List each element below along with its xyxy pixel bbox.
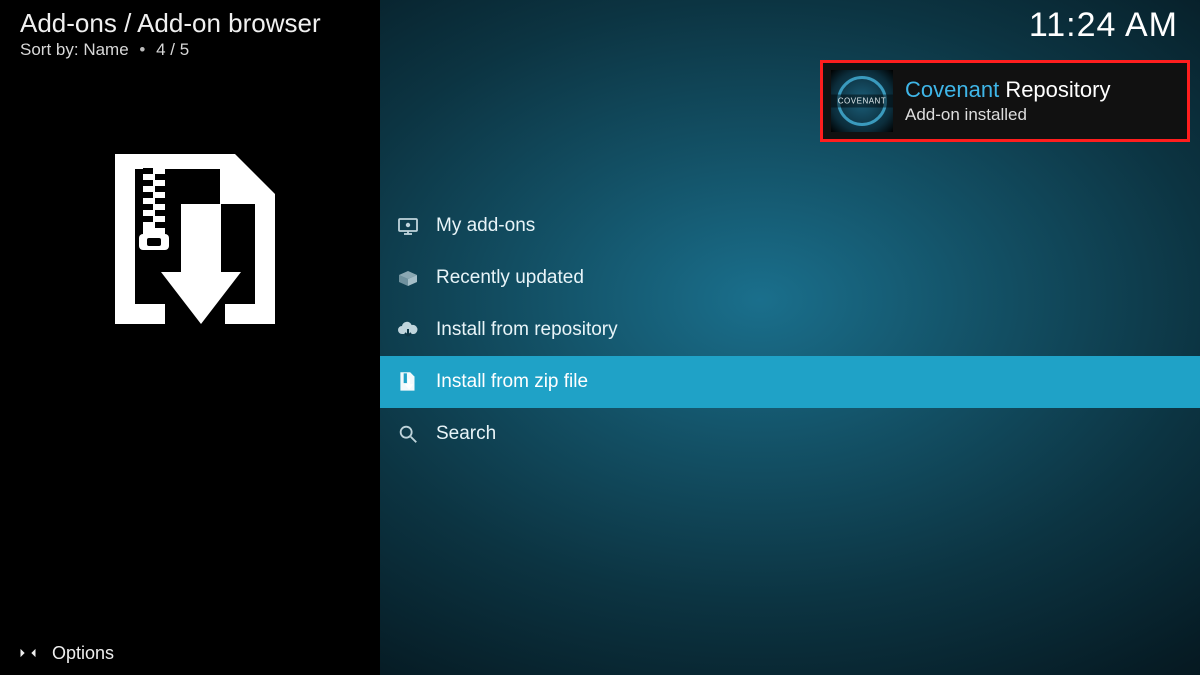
- cloud-down-icon: [394, 316, 422, 344]
- clock: 11:24 AM: [1029, 6, 1178, 45]
- toast-title: Covenant Repository: [905, 77, 1110, 103]
- options-button[interactable]: Options: [0, 631, 380, 675]
- menu-item-install-from-repository[interactable]: Install from repository: [380, 304, 1200, 356]
- sidebar-panel: Add-ons / Add-on browser Sort by: Name •…: [0, 0, 380, 675]
- toast-text: Covenant Repository Add-on installed: [905, 77, 1110, 125]
- zip-down-icon: [394, 368, 422, 396]
- box-open-icon: [394, 264, 422, 292]
- zip-file-download-icon: [105, 144, 285, 339]
- menu-item-label: Install from repository: [436, 319, 618, 341]
- monitor-icon: [394, 212, 422, 240]
- separator-dot: •: [133, 40, 151, 59]
- menu-item-label: Install from zip file: [436, 371, 588, 393]
- menu-item-my-addons[interactable]: My add-ons: [380, 200, 1200, 252]
- toast-title-rest: Repository: [1005, 77, 1110, 102]
- menu-item-search[interactable]: Search: [380, 408, 1200, 460]
- menu-item-label: Recently updated: [436, 267, 584, 289]
- menu-item-label: My add-ons: [436, 215, 535, 237]
- menu-item-recently-updated[interactable]: Recently updated: [380, 252, 1200, 304]
- menu-item-label: Search: [436, 423, 496, 445]
- addon-menu: My add-ons Recently updated Install from…: [380, 200, 1200, 460]
- toast-title-accent: Covenant: [905, 77, 999, 102]
- notification-toast[interactable]: COVENANT Covenant Repository Add-on inst…: [820, 60, 1190, 142]
- menu-item-install-from-zip-file[interactable]: Install from zip file: [380, 356, 1200, 408]
- breadcrumb: Add-ons / Add-on browser: [20, 8, 321, 39]
- search-icon: [394, 420, 422, 448]
- sort-value: Name: [83, 40, 128, 59]
- options-arrows-icon: [18, 643, 40, 663]
- item-counter: 4 / 5: [156, 40, 189, 59]
- toast-thumb-text: COVENANT: [831, 95, 893, 108]
- toast-subtitle: Add-on installed: [905, 105, 1110, 125]
- sort-prefix: Sort by:: [20, 40, 79, 59]
- toast-thumbnail: COVENANT: [831, 70, 893, 132]
- options-label: Options: [52, 643, 114, 664]
- sort-line: Sort by: Name • 4 / 5: [20, 40, 189, 60]
